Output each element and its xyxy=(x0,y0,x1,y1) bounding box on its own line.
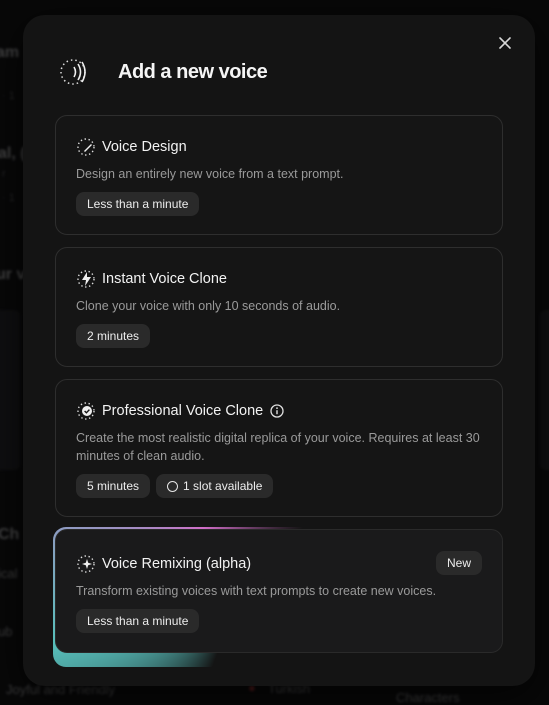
option-professional-voice-clone[interactable]: Professional Voice Clone Create the most… xyxy=(55,379,503,517)
option-title: Instant Voice Clone xyxy=(102,271,227,287)
close-button[interactable] xyxy=(495,33,515,53)
sparkle-icon xyxy=(76,554,96,574)
modal-header: Add a new voice xyxy=(53,56,268,88)
duration-chip: Less than a minute xyxy=(76,192,200,216)
verified-check-icon xyxy=(76,401,96,421)
option-title: Professional Voice Clone xyxy=(102,403,264,419)
add-voice-modal: Add a new voice Voice Design Design an e… xyxy=(23,15,535,686)
option-description: Clone your voice with only 10 seconds of… xyxy=(76,299,341,313)
close-icon xyxy=(499,37,511,49)
option-voice-remixing[interactable]: Voice Remixing (alpha) New Transform exi… xyxy=(55,529,503,653)
slot-label: 1 slot available xyxy=(183,479,263,493)
duration-chip: Less than a minute xyxy=(76,609,200,633)
duration-chip: 5 minutes xyxy=(76,474,151,498)
slot-circle-icon xyxy=(167,480,179,492)
duration-chip: 2 minutes xyxy=(76,324,151,348)
lightning-icon xyxy=(76,269,96,289)
modal-title: Add a new voice xyxy=(118,60,268,83)
info-icon[interactable] xyxy=(270,404,284,418)
sparkle-wand-icon xyxy=(76,137,96,157)
option-description: Design an entirely new voice from a text… xyxy=(76,167,344,181)
slot-chip: 1 slot available xyxy=(156,474,274,498)
sound-wave-icon xyxy=(53,56,93,88)
option-title: Voice Remixing (alpha) xyxy=(102,556,252,572)
option-instant-voice-clone[interactable]: Instant Voice Clone Clone your voice wit… xyxy=(55,247,503,367)
option-description: Transform existing voices with text prom… xyxy=(76,584,437,598)
option-title: Voice Design xyxy=(102,139,187,155)
option-voice-design[interactable]: Voice Design Design an entirely new voic… xyxy=(55,115,503,235)
new-badge: New xyxy=(435,551,482,575)
option-description: Create the most realistic digital replic… xyxy=(76,431,480,463)
